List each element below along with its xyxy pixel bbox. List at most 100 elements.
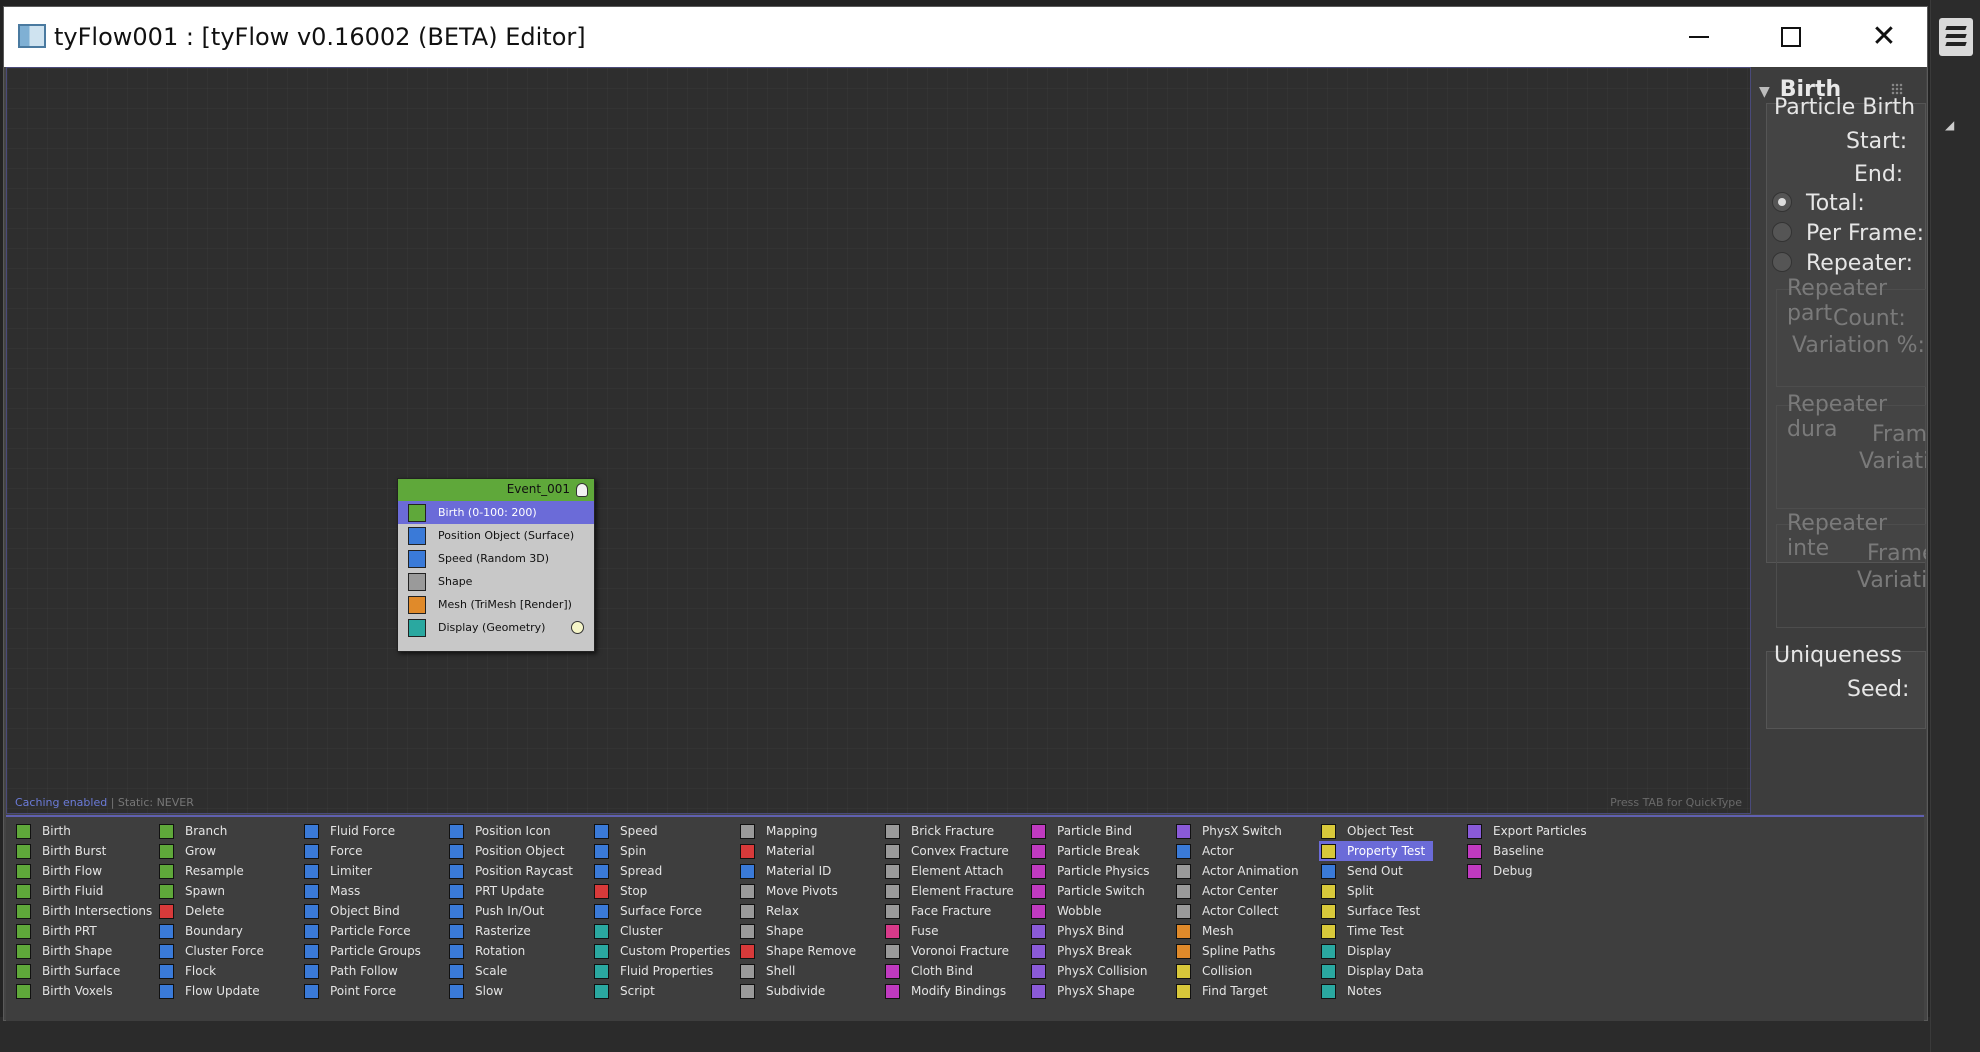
palette-operator[interactable]: Cloth Bind: [883, 961, 1022, 981]
palette-operator[interactable]: Brick Fracture: [883, 821, 1022, 841]
close-button[interactable]: ✕: [1854, 17, 1914, 57]
palette-operator[interactable]: Rasterize: [447, 921, 581, 941]
palette-operator[interactable]: Split: [1319, 881, 1433, 901]
palette-operator[interactable]: Debug: [1465, 861, 1595, 881]
palette-operator[interactable]: Birth Shape: [14, 941, 160, 961]
palette-operator[interactable]: Relax: [738, 901, 864, 921]
palette-operator[interactable]: Stop: [592, 881, 738, 901]
palette-operator[interactable]: Fluid Properties: [592, 961, 738, 981]
palette-operator[interactable]: PhysX Switch: [1174, 821, 1307, 841]
palette-operator[interactable]: Shell: [738, 961, 864, 981]
palette-operator[interactable]: Voronoi Fracture: [883, 941, 1022, 961]
palette-operator[interactable]: Point Force: [302, 981, 429, 1001]
palette-operator[interactable]: PhysX Collision: [1029, 961, 1158, 981]
palette-operator[interactable]: Rotation: [447, 941, 581, 961]
palette-operator[interactable]: Birth Burst: [14, 841, 160, 861]
palette-operator[interactable]: Spread: [592, 861, 738, 881]
event-operator[interactable]: Display (Geometry): [398, 616, 594, 639]
lightbulb-icon[interactable]: [576, 483, 588, 497]
palette-operator[interactable]: Particle Switch: [1029, 881, 1158, 901]
palette-operator[interactable]: Mass: [302, 881, 429, 901]
repeater-radio[interactable]: [1772, 252, 1792, 272]
palette-operator[interactable]: Move Pivots: [738, 881, 864, 901]
palette-operator[interactable]: Actor Center: [1174, 881, 1307, 901]
palette-operator[interactable]: Mapping: [738, 821, 864, 841]
palette-operator[interactable]: Time Test: [1319, 921, 1433, 941]
event-header[interactable]: Event_001: [398, 479, 594, 501]
palette-operator[interactable]: Property Test: [1319, 841, 1434, 861]
palette-operator[interactable]: Shape: [738, 921, 864, 941]
event-operator[interactable]: Shape: [398, 570, 594, 593]
event-node[interactable]: Event_001 Birth (0-100: 200) Position Obj…: [397, 478, 595, 652]
scroll-up-icon[interactable]: ◢: [1945, 118, 1954, 132]
palette-operator[interactable]: Grow: [157, 841, 272, 861]
palette-operator[interactable]: Flow Update: [157, 981, 272, 1001]
palette-operator[interactable]: Boundary: [157, 921, 272, 941]
palette-operator[interactable]: Material ID: [738, 861, 864, 881]
palette-operator[interactable]: Surface Force: [592, 901, 738, 921]
palette-operator[interactable]: Particle Force: [302, 921, 429, 941]
palette-operator[interactable]: Birth Fluid: [14, 881, 160, 901]
layers-icon[interactable]: [1939, 18, 1973, 56]
palette-operator[interactable]: Birth Intersections: [14, 901, 160, 921]
palette-operator[interactable]: Actor: [1174, 841, 1307, 861]
maximize-button[interactable]: [1761, 17, 1821, 57]
palette-operator[interactable]: Birth PRT: [14, 921, 160, 941]
palette-operator[interactable]: Fuse: [883, 921, 1022, 941]
palette-operator[interactable]: Custom Properties: [592, 941, 738, 961]
palette-operator[interactable]: Element Fracture: [883, 881, 1022, 901]
palette-operator[interactable]: Send Out: [1319, 861, 1433, 881]
palette-operator[interactable]: Birth: [14, 821, 160, 841]
event-operator[interactable]: Speed (Random 3D): [398, 547, 594, 570]
palette-operator[interactable]: Spin: [592, 841, 738, 861]
palette-operator[interactable]: Flock: [157, 961, 272, 981]
total-radio[interactable]: [1772, 192, 1792, 212]
palette-operator[interactable]: Cluster: [592, 921, 738, 941]
palette-operator[interactable]: Delete: [157, 901, 272, 921]
palette-operator[interactable]: Slow: [447, 981, 581, 1001]
palette-operator[interactable]: Display: [1319, 941, 1433, 961]
palette-operator[interactable]: Find Target: [1174, 981, 1307, 1001]
title-bar[interactable]: tyFlow001 : [tyFlow v0.16002 (BETA) Edit…: [4, 7, 1927, 67]
flow-canvas[interactable]: Event_001 Birth (0-100: 200) Position Obj…: [6, 67, 1751, 814]
palette-operator[interactable]: Push In/Out: [447, 901, 581, 921]
collapse-triangle-icon[interactable]: ▼: [1759, 84, 1770, 100]
palette-operator[interactable]: Actor Collect: [1174, 901, 1307, 921]
palette-operator[interactable]: Object Test: [1319, 821, 1433, 841]
palette-operator[interactable]: PhysX Shape: [1029, 981, 1158, 1001]
palette-operator[interactable]: Modify Bindings: [883, 981, 1022, 1001]
palette-operator[interactable]: Particle Bind: [1029, 821, 1158, 841]
palette-operator[interactable]: Wobble: [1029, 901, 1158, 921]
palette-operator[interactable]: PRT Update: [447, 881, 581, 901]
event-operator[interactable]: Birth (0-100: 200): [398, 501, 594, 524]
palette-operator[interactable]: Material: [738, 841, 864, 861]
palette-operator[interactable]: Spawn: [157, 881, 272, 901]
palette-operator[interactable]: Birth Surface: [14, 961, 160, 981]
palette-operator[interactable]: Actor Animation: [1174, 861, 1307, 881]
palette-operator[interactable]: Birth Flow: [14, 861, 160, 881]
palette-operator[interactable]: Birth Voxels: [14, 981, 160, 1001]
palette-operator[interactable]: Display Data: [1319, 961, 1433, 981]
palette-operator[interactable]: Mesh: [1174, 921, 1307, 941]
palette-operator[interactable]: Position Icon: [447, 821, 581, 841]
palette-operator[interactable]: Cluster Force: [157, 941, 272, 961]
palette-operator[interactable]: Resample: [157, 861, 272, 881]
event-operator[interactable]: Mesh (TriMesh [Render]): [398, 593, 594, 616]
palette-operator[interactable]: Limiter: [302, 861, 429, 881]
drag-grip-icon[interactable]: [1891, 83, 1903, 95]
palette-operator[interactable]: Fluid Force: [302, 821, 429, 841]
output-connector-icon[interactable]: [571, 621, 584, 634]
palette-operator[interactable]: Convex Fracture: [883, 841, 1022, 861]
palette-operator[interactable]: Scale: [447, 961, 581, 981]
palette-operator[interactable]: Notes: [1319, 981, 1433, 1001]
palette-operator[interactable]: Collision: [1174, 961, 1307, 981]
palette-operator[interactable]: Force: [302, 841, 429, 861]
palette-operator[interactable]: Shape Remove: [738, 941, 864, 961]
per-frame-radio[interactable]: [1772, 222, 1792, 242]
palette-operator[interactable]: Baseline: [1465, 841, 1595, 861]
palette-operator[interactable]: Position Raycast: [447, 861, 581, 881]
minimize-button[interactable]: [1669, 17, 1729, 57]
palette-operator[interactable]: Position Object: [447, 841, 581, 861]
palette-operator[interactable]: Speed: [592, 821, 738, 841]
palette-operator[interactable]: Surface Test: [1319, 901, 1433, 921]
